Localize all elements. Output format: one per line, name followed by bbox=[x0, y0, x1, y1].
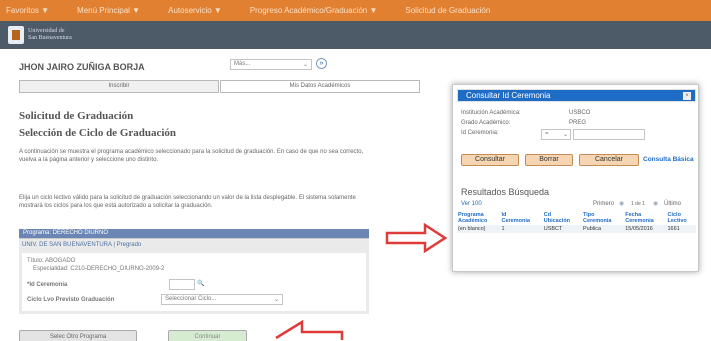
pager-first[interactable]: Primero bbox=[593, 201, 614, 207]
ceremony-input[interactable] bbox=[169, 279, 195, 290]
more-select[interactable]: Más... ⌄ bbox=[230, 59, 312, 70]
go-circle-icon[interactable]: » bbox=[316, 58, 327, 69]
close-icon[interactable]: × bbox=[683, 92, 691, 100]
ceremony-id-input[interactable] bbox=[573, 129, 645, 140]
results-table: Programa Académico Id Ceremonia Cd Ubicació… bbox=[457, 211, 696, 233]
university-name: Universidad de San Buenaventura bbox=[28, 28, 72, 41]
col-header: Id Ceremonia bbox=[501, 212, 530, 224]
university-logo-icon bbox=[8, 26, 24, 44]
field-ceremony-label: Id Ceremonia: bbox=[461, 130, 499, 136]
pager-range: 1 de 1 bbox=[631, 201, 645, 207]
cancelar-button[interactable]: Cancelar bbox=[579, 154, 639, 166]
continue-button[interactable]: Continuar bbox=[168, 330, 247, 341]
intro-paragraph: A continuación se muestra el programa ac… bbox=[19, 149, 364, 163]
cell-cycle[interactable]: 1661 bbox=[666, 225, 696, 233]
ceremony-label: *Id Ceremonia bbox=[27, 282, 68, 288]
nav-autoservicio[interactable]: Autoservicio ▼ bbox=[168, 6, 222, 15]
col-header: Tipo Ceremonia bbox=[583, 212, 612, 224]
col-header: Programa Académico bbox=[458, 212, 488, 224]
cell-date[interactable]: 15/05/2016 bbox=[624, 225, 667, 233]
arrow-left-icon bbox=[275, 319, 344, 340]
lookup-icon[interactable]: 🔍 bbox=[197, 280, 204, 287]
select-other-program-button[interactable]: Selec Otro Programa bbox=[19, 330, 137, 341]
modal-title: Consultar Id Ceremonia bbox=[466, 91, 551, 100]
nav-solicitud-graduacion[interactable]: Solicitud de Graduación bbox=[405, 6, 490, 15]
col-header: Ciclo Lectivo bbox=[667, 212, 687, 224]
col-header: Fecha Ceremonia bbox=[625, 212, 654, 224]
cycle-select[interactable]: Seleccionar Ciclo... ⌄ bbox=[161, 294, 283, 305]
field-institution-label: Institución Académica: bbox=[461, 110, 521, 116]
field-institution-value: USBCO bbox=[569, 110, 591, 116]
view-all-link[interactable]: Ver 100 bbox=[461, 201, 482, 207]
cell-ceremony-id[interactable]: 1 bbox=[500, 225, 543, 233]
nav-favoritos[interactable]: Favoritos ▼ bbox=[6, 6, 49, 15]
cycle-label: Ciclo Lvo Previsto Graduación bbox=[27, 297, 115, 303]
top-nav: Favoritos ▼ Menú Principal ▼ Autoservici… bbox=[0, 0, 711, 21]
chevron-down-icon: ⌄ bbox=[302, 62, 308, 68]
field-degree-label: Grado Académico: bbox=[461, 120, 511, 126]
header-bar: Universidad de San Buenaventura bbox=[0, 21, 711, 49]
page-subtitle: Selección de Ciclo de Graduación bbox=[19, 127, 177, 139]
title-label: Título: ABOGADO bbox=[27, 258, 76, 264]
lookup-modal: Consultar Id Ceremonia × Institución Aca… bbox=[452, 84, 699, 272]
prev-icon[interactable]: ◉ bbox=[619, 200, 624, 207]
nav-menu-principal[interactable]: Menú Principal ▼ bbox=[77, 6, 140, 15]
program-university: UNIV. DE SAN BUENAVENTURA | Pregrado bbox=[22, 242, 142, 248]
table-row[interactable]: (en blanco) 1 USBCT Publica 15/05/2016 1… bbox=[457, 225, 696, 233]
ceremony-operator-select[interactable]: = ⌄ bbox=[541, 129, 571, 140]
basic-search-link[interactable]: Consulta Básica bbox=[643, 156, 697, 164]
student-name: JHON JAIRO ZUÑIGA BORJA bbox=[19, 62, 145, 72]
page-title: Solicitud de Graduación bbox=[19, 110, 134, 122]
borrar-button[interactable]: Borrar bbox=[525, 154, 573, 166]
tab-mis-datos-academicos[interactable]: Mis Datos Académicos bbox=[220, 80, 420, 93]
next-icon[interactable]: ◉ bbox=[653, 200, 658, 207]
chevron-down-icon: ⌄ bbox=[562, 132, 568, 138]
nav-progreso-academico[interactable]: Progreso Académico/Graduación ▼ bbox=[250, 6, 378, 15]
program-band: Programa: DERECHO DIURNO bbox=[19, 229, 369, 238]
table-header-row: Programa Académico Id Ceremonia Cd Ubicació… bbox=[457, 211, 696, 225]
cycle-paragraph: Elija un ciclo lectivo válido para la so… bbox=[19, 195, 356, 209]
pager-last[interactable]: Último bbox=[664, 201, 681, 207]
specialty-label: Especialidad: C210-DERECHO_DIURNO-2009-2 bbox=[33, 266, 165, 272]
chevron-down-icon: ⌄ bbox=[273, 297, 279, 303]
arrow-right-icon bbox=[385, 223, 447, 253]
tab-inscribir[interactable]: Inscribir bbox=[19, 80, 219, 93]
consultar-button[interactable]: Consultar bbox=[461, 154, 519, 166]
program-panel: UNIV. DE SAN BUENAVENTURA | Pregrado Tít… bbox=[19, 238, 369, 314]
field-degree-value: PREG bbox=[569, 120, 587, 126]
cell-location[interactable]: USBCT bbox=[542, 225, 583, 233]
results-title: Resultados Búsqueda bbox=[461, 187, 550, 197]
cell-program[interactable]: (en blanco) bbox=[457, 225, 501, 233]
modal-header: Consultar Id Ceremonia × bbox=[457, 89, 696, 102]
cell-type[interactable]: Publica bbox=[582, 225, 625, 233]
col-header: Cd Ubicación bbox=[543, 212, 571, 224]
